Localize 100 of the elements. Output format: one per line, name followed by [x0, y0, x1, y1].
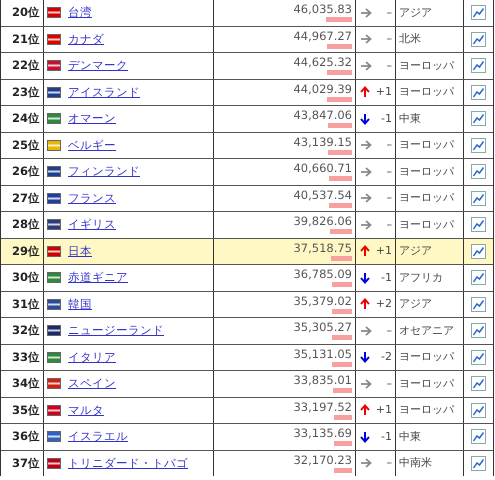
rank-label: 22位	[12, 57, 40, 74]
right-arrow-icon	[360, 220, 372, 230]
rank-label: 32位	[12, 322, 40, 340]
line-chart-icon[interactable]	[471, 111, 486, 126]
down-arrow-icon	[360, 272, 370, 284]
value-text: 35,379.02	[293, 294, 352, 308]
country-link[interactable]: アイスランド	[68, 84, 140, 101]
region-text: ヨーロッパ	[399, 84, 454, 100]
country-link[interactable]: イタリア	[68, 348, 116, 366]
up-arrow-icon	[360, 404, 370, 416]
country-link[interactable]: デンマーク	[68, 57, 128, 74]
country-link[interactable]: トリニダード・トバゴ	[68, 454, 188, 472]
change-text: –	[386, 322, 392, 338]
value-text: 33,835.01	[293, 374, 352, 388]
right-arrow-icon	[360, 60, 372, 71]
change-text: -1	[381, 110, 392, 126]
right-arrow-icon	[360, 458, 372, 468]
change-text: –	[386, 164, 392, 180]
right-arrow-icon	[360, 140, 372, 150]
country-link[interactable]: フィンランド	[68, 163, 140, 180]
value-text: 37,518.75	[293, 242, 352, 255]
rank-label: 31位	[12, 296, 40, 313]
value-text: 40,537.54	[293, 188, 352, 202]
value-text: 35,305.27	[293, 321, 352, 334]
line-chart-icon[interactable]	[471, 456, 486, 471]
change-text: +2	[376, 296, 392, 312]
rank-label: 24位	[12, 110, 40, 128]
line-chart-icon[interactable]	[471, 138, 486, 153]
country-link[interactable]: フランス	[68, 190, 116, 207]
right-arrow-icon	[360, 378, 372, 389]
country-link[interactable]: イギリス	[68, 216, 116, 234]
line-chart-icon[interactable]	[471, 429, 486, 444]
up-arrow-icon	[360, 245, 370, 258]
rank-label: 34位	[12, 375, 40, 392]
value-text: 44,625.32	[293, 56, 352, 70]
region-text: 中東	[399, 428, 421, 444]
right-arrow-icon	[360, 193, 372, 204]
region-text: ヨーロッパ	[399, 376, 454, 392]
country-link[interactable]: スペイン	[68, 375, 116, 392]
country-link[interactable]: 赤道ギニア	[68, 269, 128, 286]
rank-label: 35位	[12, 402, 40, 419]
line-chart-icon[interactable]	[471, 190, 486, 206]
rank-label: 23位	[12, 84, 40, 101]
change-text: –	[386, 4, 392, 20]
rank-label: 21位	[12, 30, 40, 48]
line-chart-icon[interactable]	[471, 164, 486, 180]
change-text: –	[386, 137, 392, 153]
line-chart-icon[interactable]	[471, 376, 486, 392]
line-chart-icon[interactable]	[471, 323, 486, 338]
right-arrow-icon	[360, 326, 372, 336]
change-text: –	[386, 31, 392, 47]
change-text: –	[386, 58, 392, 74]
country-link[interactable]: カナダ	[68, 30, 104, 48]
up-arrow-icon	[360, 86, 370, 98]
region-text: ヨーロッパ	[399, 190, 454, 206]
line-chart-icon[interactable]	[471, 296, 486, 312]
country-link[interactable]: 韓国	[68, 296, 92, 313]
line-chart-icon[interactable]	[471, 5, 486, 20]
region-text: アフリカ	[399, 270, 443, 286]
value-text: 43,139.15	[293, 136, 352, 149]
right-arrow-icon	[360, 166, 372, 177]
line-chart-icon[interactable]	[471, 217, 486, 232]
value-text: 44,967.27	[293, 30, 352, 43]
down-arrow-icon	[360, 430, 370, 443]
rank-label: 28位	[12, 216, 40, 234]
line-chart-icon[interactable]	[471, 58, 486, 74]
country-link[interactable]: 台湾	[68, 4, 92, 22]
value-text: 46,035.83	[293, 3, 352, 16]
line-chart-icon[interactable]	[471, 270, 486, 286]
line-chart-icon[interactable]	[471, 402, 486, 418]
change-text: -2	[381, 349, 392, 365]
line-chart-icon[interactable]	[471, 350, 486, 365]
region-text: ヨーロッパ	[399, 349, 454, 365]
country-link[interactable]: マルタ	[68, 402, 104, 419]
region-text: 北米	[399, 31, 421, 47]
rank-label: 29位	[12, 242, 40, 260]
rank-label: 20位	[12, 4, 40, 22]
country-link[interactable]: イスラエル	[68, 428, 128, 446]
change-text: -1	[381, 428, 392, 444]
change-text: –	[386, 376, 392, 392]
rank-label: 27位	[12, 190, 40, 207]
line-chart-icon[interactable]	[471, 84, 486, 100]
country-link[interactable]: ベルギー	[68, 136, 116, 154]
region-text: 中東	[399, 110, 421, 126]
country-link[interactable]: オマーン	[68, 110, 116, 128]
rank-label: 26位	[12, 163, 40, 180]
country-link[interactable]: 日本	[68, 242, 92, 260]
region-text: ヨーロッパ	[399, 164, 454, 180]
right-arrow-icon	[360, 8, 372, 18]
line-chart-icon[interactable]	[471, 32, 486, 47]
change-text: +1	[376, 84, 392, 100]
value-text: 44,029.39	[293, 82, 352, 96]
region-text: ヨーロッパ	[399, 402, 454, 418]
right-arrow-icon	[360, 34, 372, 44]
rank-label: 33位	[12, 348, 40, 366]
region-text: ヨーロッパ	[399, 137, 454, 153]
country-link[interactable]: ニュージーランド	[68, 322, 164, 340]
line-chart-icon[interactable]	[471, 244, 486, 259]
region-text: オセアニア	[399, 322, 454, 338]
region-text: ヨーロッパ	[399, 216, 454, 232]
